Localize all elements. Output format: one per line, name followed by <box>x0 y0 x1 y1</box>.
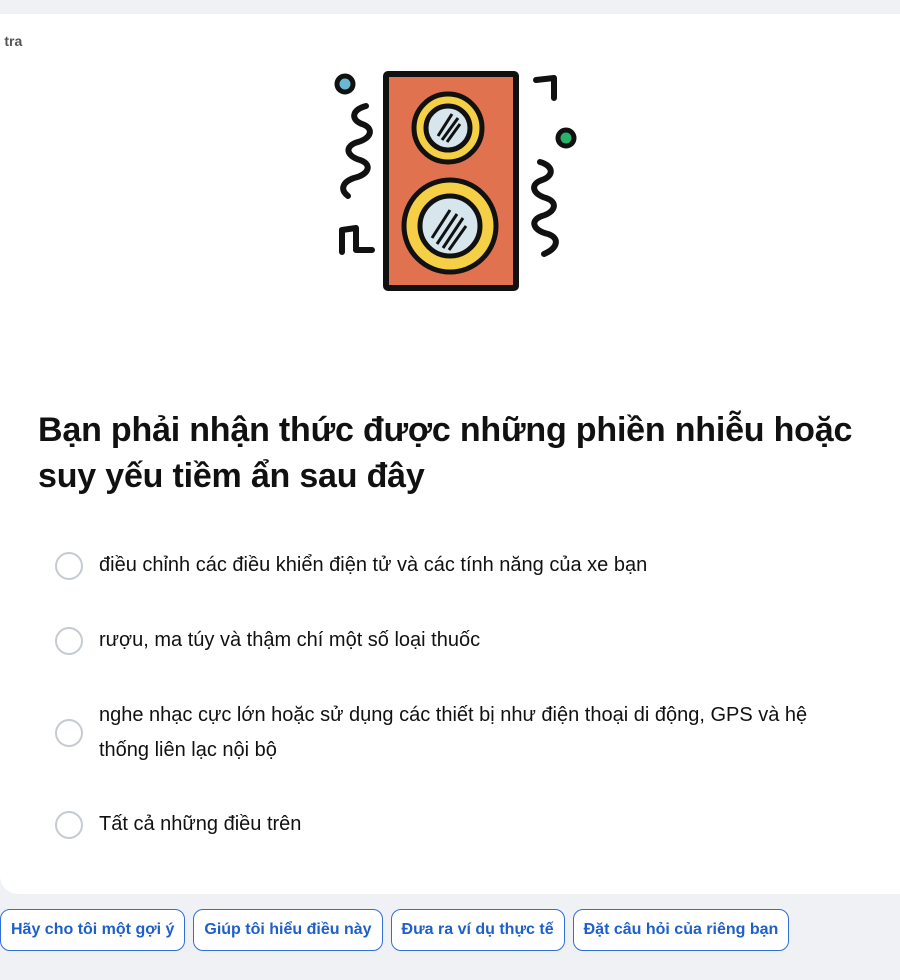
question-card: m tra Bạn phải nhận thức được những phiề… <box>0 14 900 894</box>
answer-option-label: rượu, ma túy và thậm chí một số loại thu… <box>99 629 481 651</box>
radio-button[interactable] <box>55 626 83 655</box>
answer-option-1[interactable]: điều chỉnh các điều khiển điện tử và các… <box>55 548 855 583</box>
question-title: Bạn phải nhận thức được những phiền nhiễ… <box>38 411 853 495</box>
radio-button[interactable] <box>55 719 83 747</box>
suggestion-chips: Hãy cho tôi một gợi ý Giúp tôi hiểu điều… <box>0 909 790 951</box>
radio-button[interactable] <box>55 810 83 839</box>
answer-option-4[interactable]: Tất cả những điều trên <box>55 807 855 842</box>
radio-button[interactable] <box>55 551 83 580</box>
ask-own-question-button[interactable]: Đặt câu hỏi của riêng bạn <box>572 909 790 951</box>
breadcrumb: m tra <box>0 33 23 49</box>
example-button[interactable]: Đưa ra ví dụ thực tế <box>390 909 565 951</box>
answer-option-label: điều chỉnh các điều khiển điện tử và các… <box>99 554 648 576</box>
answer-option-2[interactable]: rượu, ma túy và thậm chí một số loại thu… <box>55 623 855 658</box>
answer-option-label: nghe nhạc cực lớn hoặc sử dụng các thiết… <box>99 704 808 761</box>
hint-button[interactable]: Hãy cho tôi một gợi ý <box>0 909 186 951</box>
speaker-illustration <box>334 71 577 291</box>
explain-button[interactable]: Giúp tôi hiểu điều này <box>193 909 383 951</box>
answer-option-3[interactable]: nghe nhạc cực lớn hoặc sử dụng các thiết… <box>55 698 835 768</box>
answer-option-label: Tất cả những điều trên <box>99 813 302 835</box>
